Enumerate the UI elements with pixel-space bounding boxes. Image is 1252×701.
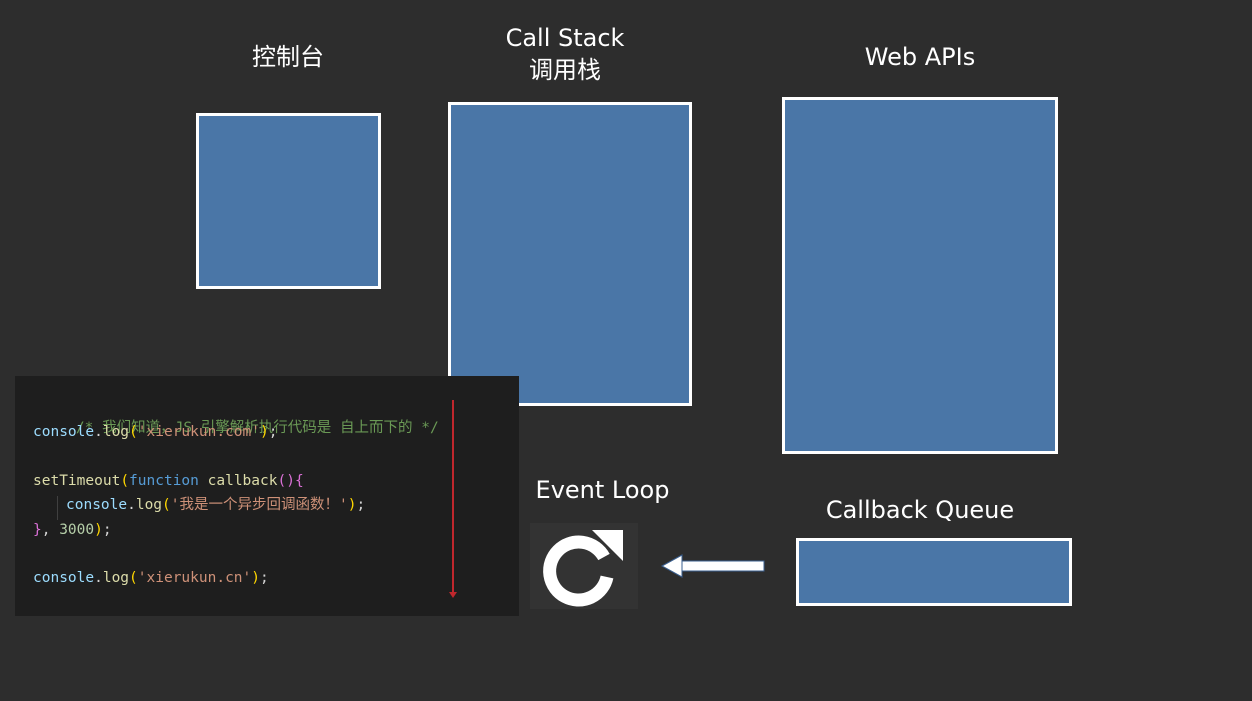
code-line-3: setTimeout(function callback(){ (33, 471, 304, 491)
code-token: { (294, 473, 304, 489)
code-token: ; (356, 497, 366, 513)
callback-queue-title: Callback Queue (825, 496, 1015, 524)
code-editor-panel: /* 我们知道，JS 引擎解析执行代码是 自上而下的 */ console.lo… (15, 376, 519, 616)
code-token: log (135, 497, 163, 513)
code-token: function (129, 473, 199, 489)
code-token: ( (129, 424, 138, 440)
event-loop-title: Event Loop (535, 476, 670, 504)
code-token: 3000 (59, 522, 95, 538)
code-token: console (66, 497, 128, 513)
code-token: . (94, 570, 103, 586)
web-apis-title: Web APIs (864, 43, 976, 71)
code-token: ) (251, 570, 261, 586)
execution-direction-line (452, 400, 454, 596)
indent-guide (57, 496, 58, 520)
code-token: log (102, 570, 130, 586)
code-token: ( (120, 473, 130, 489)
code-token: console (33, 424, 95, 440)
execution-direction-arrowhead (449, 592, 457, 598)
code-token: ; (260, 570, 269, 586)
console-title: 控制台 (252, 43, 324, 71)
code-token: 'xierukun.com' (137, 424, 260, 440)
arrow-left-icon (658, 552, 768, 580)
code-token: , (41, 522, 60, 538)
code-line-4: console.log('我是一个异步回调函数！'); (66, 495, 365, 515)
call-stack-box (448, 102, 692, 406)
console-box (196, 113, 381, 289)
code-token: } (33, 522, 42, 538)
call-stack-title-en: Call Stack (505, 24, 625, 52)
code-line-7: console.log('xierukun.cn'); (33, 568, 269, 588)
code-token: ) (94, 522, 103, 538)
callback-queue-box (796, 538, 1072, 606)
code-token: 'xierukun.cn' (137, 570, 252, 586)
code-token: ( (162, 497, 171, 513)
code-token: log (102, 424, 130, 440)
code-token: ( (129, 570, 138, 586)
code-token: '我是一个异步回调函数！' (170, 497, 348, 513)
code-token: ; (102, 522, 112, 538)
code-token: () (277, 473, 295, 489)
code-token: . (127, 497, 136, 513)
code-token: . (94, 424, 103, 440)
refresh-icon (530, 523, 638, 609)
code-line-5: }, 3000); (33, 520, 112, 540)
code-token: callback (207, 473, 278, 489)
call-stack-title-zh: 调用栈 (529, 56, 601, 84)
code-line-1: console.log('xierukun.com'); (33, 422, 277, 442)
code-token: console (33, 570, 95, 586)
call-stack-title: Call Stack 调用栈 (470, 22, 660, 86)
code-token: ; (268, 424, 278, 440)
web-apis-box (782, 97, 1058, 454)
code-token: ) (260, 424, 269, 440)
code-token: setTimeout (33, 473, 121, 489)
